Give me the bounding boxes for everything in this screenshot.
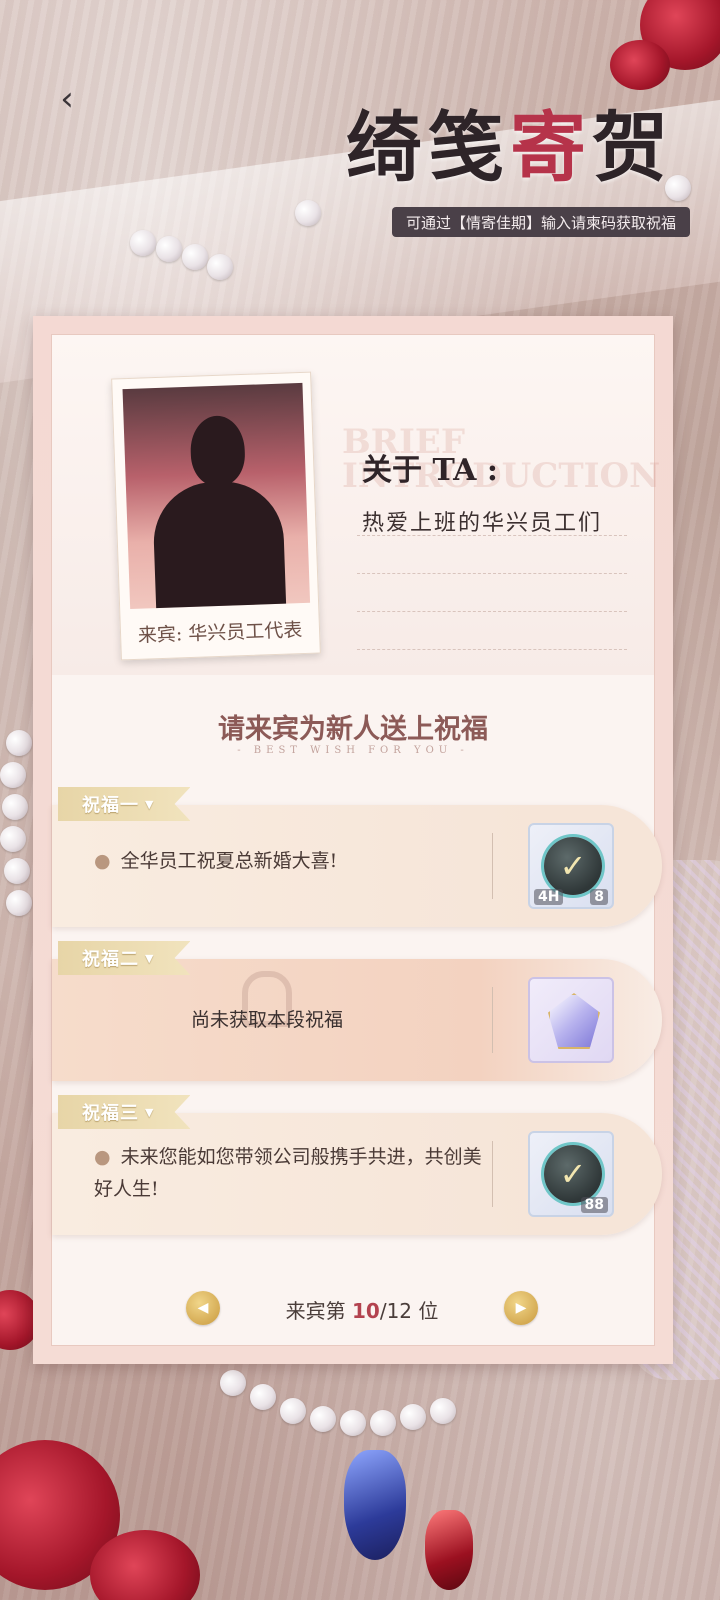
divider-line bbox=[357, 649, 627, 650]
pearl-decoration bbox=[130, 230, 156, 256]
wish-row: 祝福三 ▼ ● 未来您能如您带领公司般携手共进，共创美好人生! ✓ 88 bbox=[52, 1095, 662, 1235]
wish-tag[interactable]: 祝福一 ▼ bbox=[58, 787, 191, 821]
bullet-icon: ● bbox=[94, 1146, 111, 1168]
pearl-decoration bbox=[370, 1410, 396, 1436]
crystal-gem-icon bbox=[548, 993, 600, 1049]
silhouette-head bbox=[189, 414, 246, 487]
pearl-decoration bbox=[6, 890, 32, 916]
pearl-decoration bbox=[430, 1398, 456, 1424]
pearl-decoration bbox=[207, 254, 233, 280]
pager-current: 10 bbox=[351, 1299, 380, 1323]
triangle-down-icon: ▼ bbox=[145, 797, 155, 811]
vertical-divider bbox=[492, 1141, 493, 1207]
blue-gem-decoration bbox=[344, 1450, 406, 1560]
pager-label: 来宾第 10/12 位 bbox=[232, 1295, 492, 1324]
title-text: 绮笺 bbox=[346, 103, 510, 192]
reward-count: 88 bbox=[580, 1197, 608, 1213]
pager-total: /12 位 bbox=[379, 1299, 439, 1323]
wish-tag-label: 祝福三 bbox=[82, 1103, 139, 1124]
guest-pager: ◀ 来宾第 10/12 位 ▶ bbox=[52, 1283, 654, 1333]
locked-text: 尚未获取本段祝福 bbox=[190, 1009, 343, 1031]
red-gem-decoration bbox=[425, 1510, 473, 1590]
next-guest-button[interactable]: ▶ bbox=[504, 1291, 538, 1325]
reward-time-label: 4H bbox=[534, 889, 564, 905]
pearl-decoration bbox=[220, 1370, 246, 1396]
page-title: 绮笺寄贺 bbox=[346, 86, 674, 196]
vertical-divider bbox=[492, 833, 493, 899]
divider-line bbox=[357, 535, 627, 536]
check-badge-icon: ✓ bbox=[544, 837, 602, 895]
pearl-decoration bbox=[0, 826, 26, 852]
about-text: 热爱上班的华兴员工们 bbox=[362, 511, 603, 536]
pearl-decoration bbox=[6, 730, 32, 756]
check-badge-icon: ✓ bbox=[544, 1145, 602, 1203]
prev-arrow-icon: ◀ bbox=[197, 1300, 209, 1316]
section-title: 请来宾为新人送上祝福 bbox=[218, 714, 488, 745]
bullet-icon: ● bbox=[94, 850, 111, 872]
pearl-decoration bbox=[0, 762, 26, 788]
prev-guest-button[interactable]: ◀ bbox=[186, 1291, 220, 1325]
invitation-card: BRIEF INTRODUCTION 来宾: 华兴员工代表 关于 TA : 热爱… bbox=[33, 316, 673, 1364]
pearl-decoration bbox=[250, 1384, 276, 1410]
wish-tag-label: 祝福二 bbox=[82, 949, 139, 970]
wish-tag-label: 祝福一 bbox=[82, 795, 139, 816]
guest-photo-card: 来宾: 华兴员工代表 bbox=[111, 371, 321, 661]
wish-text: ● 未来您能如您带领公司般携手共进，共创美好人生! bbox=[94, 1141, 484, 1205]
next-arrow-icon: ▶ bbox=[515, 1300, 527, 1316]
guest-info-panel: BRIEF INTRODUCTION 来宾: 华兴员工代表 关于 TA : 热爱… bbox=[52, 335, 660, 675]
card-inner: BRIEF INTRODUCTION 来宾: 华兴员工代表 关于 TA : 热爱… bbox=[51, 334, 662, 1346]
pager-prefix: 来宾第 bbox=[285, 1299, 346, 1323]
pearl-decoration bbox=[280, 1398, 306, 1424]
chevron-left-icon: ‹ bbox=[60, 79, 74, 119]
pearl-decoration bbox=[182, 244, 208, 270]
wish-text-content: 未来您能如您带领公司般携手共进，共创美好人生! bbox=[94, 1146, 482, 1200]
wish-tag[interactable]: 祝福二 ▼ bbox=[58, 941, 191, 975]
pearl-decoration bbox=[295, 200, 321, 226]
pearl-decoration bbox=[2, 794, 28, 820]
guest-photo bbox=[122, 382, 311, 610]
reward-item[interactable]: ✓ 88 bbox=[528, 1131, 614, 1217]
triangle-down-icon: ▼ bbox=[145, 951, 155, 965]
rose-decoration bbox=[610, 40, 670, 90]
reward-count: 8 bbox=[590, 889, 608, 905]
pearl-decoration bbox=[4, 858, 30, 884]
vertical-divider bbox=[492, 987, 493, 1053]
title-text-accent: 寄 bbox=[510, 103, 592, 192]
divider-line bbox=[357, 573, 627, 574]
pearl-decoration bbox=[310, 1406, 336, 1432]
wish-row: 祝福一 ▼ ● 全华员工祝夏总新婚大喜! ✓ 4H 8 bbox=[52, 787, 662, 927]
wish-text-content: 全华员工祝夏总新婚大喜! bbox=[120, 850, 338, 872]
back-button[interactable]: ‹ bbox=[44, 76, 90, 122]
pearl-decoration bbox=[156, 236, 182, 262]
about-label: 关于 TA : bbox=[362, 453, 498, 488]
guest-caption: 来宾: 华兴员工代表 bbox=[137, 619, 303, 647]
title-text: 贺 bbox=[592, 103, 674, 192]
section-subtitle: - BEST WISH FOR YOU - bbox=[237, 745, 469, 756]
subtitle-hint: 可通过【情寄佳期】输入请柬码获取祝福 bbox=[391, 207, 690, 237]
wish-text: ● 全华员工祝夏总新婚大喜! bbox=[94, 845, 484, 877]
pearl-decoration bbox=[340, 1410, 366, 1436]
reward-item[interactable] bbox=[528, 977, 614, 1063]
wish-row-locked: 祝福二 ▼ 尚未获取本段祝福 bbox=[52, 941, 662, 1081]
pearl-decoration bbox=[400, 1404, 426, 1430]
triangle-down-icon: ▼ bbox=[145, 1105, 155, 1119]
wish-tag[interactable]: 祝福三 ▼ bbox=[58, 1095, 191, 1129]
reward-item[interactable]: ✓ 4H 8 bbox=[528, 823, 614, 909]
divider-line bbox=[357, 611, 627, 612]
silhouette-body bbox=[151, 479, 287, 610]
